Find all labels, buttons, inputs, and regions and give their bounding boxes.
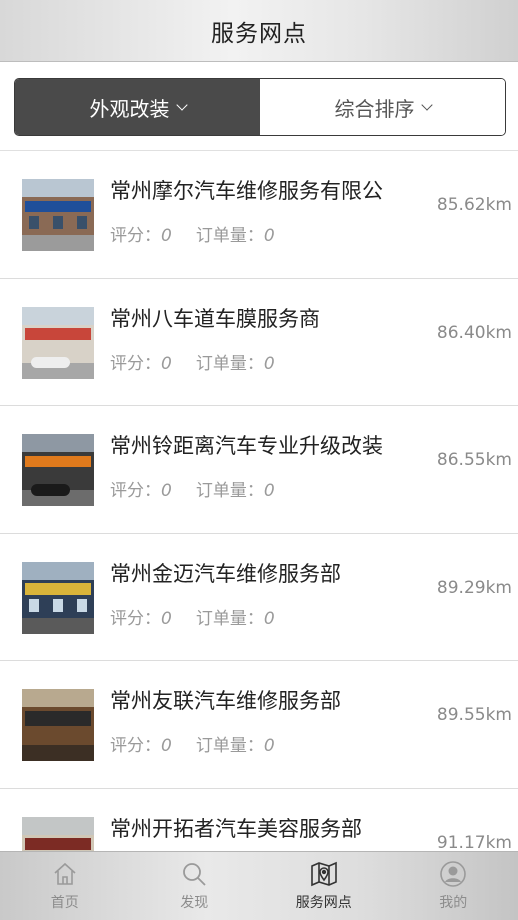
tab-mine[interactable]: 我的: [389, 852, 518, 920]
orders-value: 0: [263, 353, 275, 374]
rating-value: 0: [161, 736, 172, 756]
orders-label: 订单量：: [195, 481, 264, 501]
filter-sort-label: 综合排序: [334, 96, 415, 121]
tab-home-label: 首页: [50, 895, 79, 911]
search-icon: [183, 863, 206, 886]
store-distance: 86.40km: [436, 322, 512, 343]
store-meta: 评分：0订单量：0: [110, 221, 275, 246]
rating-label: 评分：: [110, 353, 161, 374]
rating-value: 0: [161, 481, 172, 501]
store-photo: [22, 434, 94, 506]
filter-category-label: 外观改装: [89, 96, 170, 121]
chevron-down-icon: [420, 98, 433, 111]
orders-label: 订单量：: [195, 353, 264, 374]
filter-category-dropdown[interactable]: 外观改装: [15, 79, 260, 135]
store-photo: [22, 179, 94, 251]
orders-value: 0: [263, 226, 275, 246]
store-photo: [22, 306, 94, 379]
tab-mine-label: 我的: [439, 895, 468, 911]
tab-discover-label: 发现: [180, 895, 209, 911]
rating-label: 评分：: [110, 736, 161, 756]
orders-label: 订单量：: [195, 226, 264, 246]
rating-label: 评分：: [110, 226, 161, 246]
store-name: 常州金迈汽车维修服务部: [110, 561, 341, 586]
store-meta: 评分：0订单量：0: [110, 349, 275, 374]
map-pin-icon: [310, 861, 337, 887]
orders-label: 订单量：: [195, 736, 264, 756]
tab-service-points-label: 服务网点: [295, 895, 352, 911]
orders-label: 订单量：: [195, 608, 264, 629]
orders-value: 0: [263, 481, 275, 501]
tab-discover[interactable]: 发现: [130, 852, 260, 920]
store-list: 常州摩尔汽车维修服务有限公 评分：0 订单量：0 85.62km 常州八车道车膜服…: [0, 151, 518, 916]
store-distance: 85.62km: [436, 195, 512, 215]
store-meta: 评分：0订单量：0: [110, 476, 275, 501]
store-meta: 评分：0订单量：0: [110, 604, 275, 629]
bottom-tab-bar: 首页 发现 服务网点 我的: [0, 851, 518, 920]
store-photo: [22, 689, 94, 761]
store-name: 常州八车道车膜服务商: [110, 306, 320, 331]
store-list-item[interactable]: 常州友联汽车维修服务部 评分：0 订单量：0 89.55km: [0, 661, 518, 789]
filter-sort-dropdown[interactable]: 综合排序: [260, 79, 505, 135]
home-icon: [54, 862, 76, 885]
store-photo: [22, 561, 94, 634]
chevron-down-icon: [175, 98, 188, 111]
rating-value: 0: [161, 226, 172, 246]
app-header: 服务网点: [0, 0, 518, 62]
store-name: 常州友联汽车维修服务部: [110, 689, 341, 713]
rating-value: 0: [161, 353, 172, 374]
store-list-item[interactable]: 常州铃距离汽车专业升级改装 评分：0 订单量：0 86.55km: [0, 406, 518, 534]
orders-value: 0: [263, 608, 275, 629]
page-title: 服务网点: [211, 20, 307, 47]
filter-bar: 外观改装 综合排序: [14, 78, 506, 136]
store-name: 常州开拓者汽车美容服务部: [110, 816, 362, 841]
store-distance: 91.17km: [436, 832, 512, 853]
rating-label: 评分：: [110, 608, 161, 629]
store-distance: 89.55km: [436, 705, 512, 725]
user-icon: [440, 861, 467, 887]
rating-value: 0: [161, 608, 172, 629]
store-list-item[interactable]: 常州八车道车膜服务商 评分：0 订单量：0 86.40km: [0, 279, 518, 406]
store-meta: 评分：0订单量：0: [110, 731, 275, 756]
store-name: 常州铃距离汽车专业升级改装: [110, 434, 383, 458]
store-list-item[interactable]: 常州摩尔汽车维修服务有限公 评分：0 订单量：0 85.62km: [0, 151, 518, 279]
tab-service-points[interactable]: 服务网点: [259, 852, 389, 920]
orders-value: 0: [263, 736, 275, 756]
tab-home[interactable]: 首页: [0, 852, 130, 920]
store-distance: 86.55km: [436, 450, 512, 470]
store-distance: 89.29km: [436, 577, 512, 598]
rating-label: 评分：: [110, 481, 161, 501]
store-list-item[interactable]: 常州金迈汽车维修服务部 评分：0 订单量：0 89.29km: [0, 534, 518, 661]
store-name: 常州摩尔汽车维修服务有限公: [110, 179, 383, 203]
